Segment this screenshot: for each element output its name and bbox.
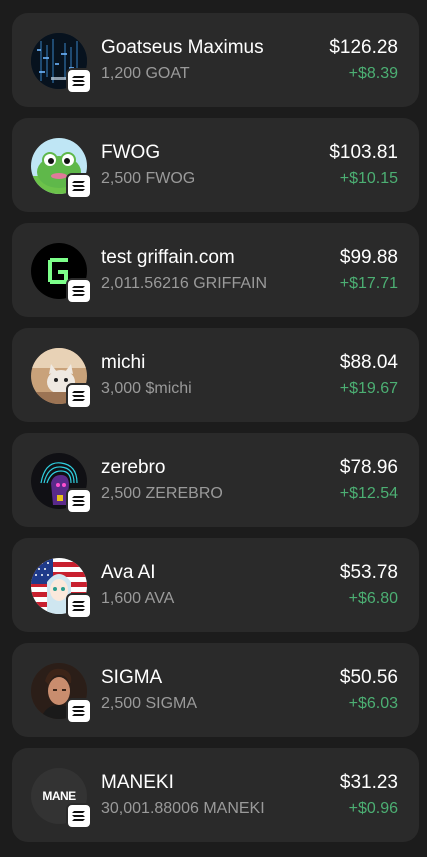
solana-chain-icon	[66, 278, 92, 304]
solana-chain-icon	[66, 173, 92, 199]
token-row-griffain[interactable]: test griffain.com 2,011.56216 GRIFFAIN $…	[12, 223, 419, 317]
solana-chain-icon	[66, 803, 92, 829]
token-change: +$10.15	[339, 170, 398, 187]
token-value: $126.28	[329, 37, 398, 58]
token-row-goat[interactable]: Goatseus Maximus 1,200 GOAT $126.28 +$8.…	[12, 13, 419, 107]
token-change: +$6.03	[348, 695, 398, 712]
token-amount: 3,000 $michi	[101, 380, 192, 397]
token-change: +$19.67	[339, 380, 398, 397]
token-change: +$17.71	[339, 275, 398, 292]
token-row-maneki[interactable]: MANE MANEKI 30,001.88006 MANEKI $31.23 +…	[12, 748, 419, 842]
solana-chain-icon	[66, 383, 92, 409]
token-amount: 2,500 ZEREBRO	[101, 485, 223, 502]
token-name: MANEKI	[101, 772, 174, 793]
token-value: $78.96	[339, 457, 398, 478]
token-change: +$8.39	[348, 65, 398, 82]
token-name: Goatseus Maximus	[101, 37, 264, 58]
token-list: Goatseus Maximus 1,200 GOAT $126.28 +$8.…	[0, 0, 427, 857]
token-name: FWOG	[101, 142, 161, 163]
solana-chain-icon	[66, 68, 92, 94]
token-change: +$12.54	[339, 485, 398, 502]
token-name: Ava AI	[101, 562, 156, 583]
token-name: michi	[101, 352, 146, 373]
token-amount: 2,011.56216 GRIFFAIN	[101, 275, 268, 292]
token-value: $103.81	[329, 142, 398, 163]
token-row-ava[interactable]: Ava AI 1,600 AVA $53.78 +$6.80	[12, 538, 419, 632]
token-row-michi[interactable]: michi 3,000 $michi $88.04 +$19.67	[12, 328, 419, 422]
token-row-sigma[interactable]: SIGMA 2,500 SIGMA $50.56 +$6.03	[12, 643, 419, 737]
token-row-zerebro[interactable]: zerebro 2,500 ZEREBRO $78.96 +$12.54	[12, 433, 419, 527]
token-amount: 30,001.88006 MANEKI	[101, 800, 265, 817]
solana-chain-icon	[66, 488, 92, 514]
token-amount: 1,600 AVA	[101, 590, 175, 607]
token-amount: 2,500 FWOG	[101, 170, 196, 187]
token-change: +$0.96	[348, 800, 398, 817]
token-row-fwog[interactable]: FWOG 2,500 FWOG $103.81 +$10.15	[12, 118, 419, 212]
token-amount: 1,200 GOAT	[101, 65, 190, 82]
token-value: $31.23	[339, 772, 398, 793]
solana-chain-icon	[66, 698, 92, 724]
token-change: +$6.80	[348, 590, 398, 607]
token-amount: 2,500 SIGMA	[101, 695, 198, 712]
solana-chain-icon	[66, 593, 92, 619]
token-name: test griffain.com	[101, 247, 235, 268]
token-value: $50.56	[339, 667, 398, 688]
token-name: zerebro	[101, 457, 166, 478]
token-value: $53.78	[339, 562, 398, 583]
token-value: $99.88	[339, 247, 398, 268]
token-name: SIGMA	[101, 667, 163, 688]
token-value: $88.04	[339, 352, 398, 373]
